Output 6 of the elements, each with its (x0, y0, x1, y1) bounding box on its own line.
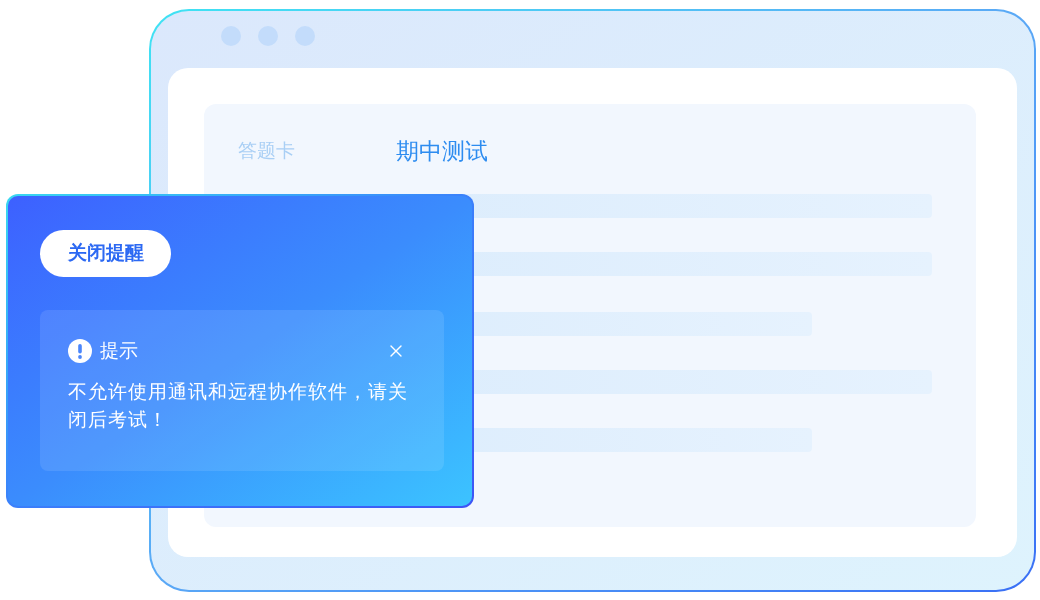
answer-sheet-label: 答题卡 (238, 138, 296, 163)
exam-title: 期中测试 (396, 136, 488, 166)
notice-message: 不允许使用通讯和远程协作软件，请关闭后考试！ (68, 379, 409, 432)
close-reminder-button[interactable]: 关闭提醒 (40, 230, 171, 277)
notice-title: 提示 (100, 339, 138, 363)
warning-icon (68, 339, 92, 364)
